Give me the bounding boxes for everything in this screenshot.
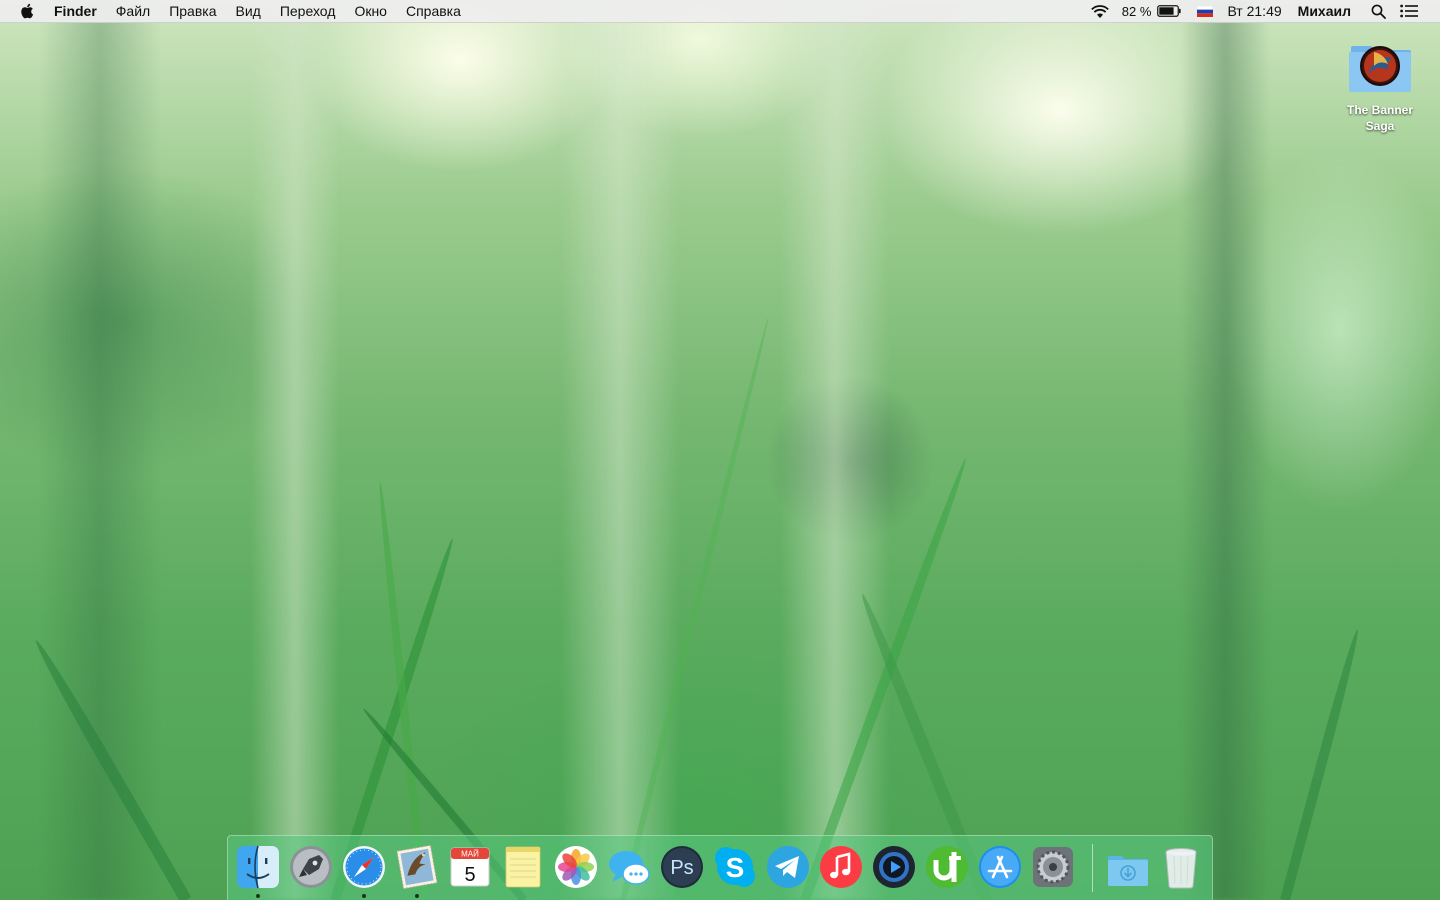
desktop-wallpaper bbox=[0, 0, 1440, 900]
user-name[interactable]: Михаил bbox=[1298, 3, 1351, 19]
dock-finder[interactable] bbox=[235, 844, 281, 890]
launchpad-rocket-icon bbox=[290, 846, 332, 888]
dock-downloads-stack[interactable] bbox=[1105, 844, 1151, 890]
dock-calendar[interactable]: МАЙ 5 bbox=[447, 844, 493, 890]
game-folder-icon bbox=[1348, 38, 1412, 94]
notification-center-icon[interactable] bbox=[1400, 4, 1418, 18]
dock-quicktime[interactable] bbox=[871, 844, 917, 890]
skype-letter: S bbox=[726, 852, 745, 883]
menu-app-finder[interactable]: Finder bbox=[54, 3, 97, 19]
quicktime-icon bbox=[873, 846, 915, 888]
safari-compass-icon bbox=[343, 846, 385, 888]
dock-messages[interactable] bbox=[606, 844, 652, 890]
system-preferences-gear-icon bbox=[1033, 847, 1073, 887]
itunes-icon bbox=[820, 846, 862, 888]
menu-view[interactable]: Вид bbox=[236, 3, 261, 19]
russian-flag-icon[interactable] bbox=[1197, 5, 1214, 17]
dock-telegram[interactable] bbox=[765, 844, 811, 890]
calendar-month: МАЙ bbox=[461, 850, 479, 859]
utorrent-icon bbox=[926, 846, 968, 888]
mail-eagle-stamp-icon bbox=[396, 844, 438, 890]
dock-mail[interactable] bbox=[394, 844, 440, 890]
dock: МАЙ 5 Ps S bbox=[227, 835, 1213, 900]
clock[interactable]: Вт 21:49 bbox=[1227, 3, 1281, 19]
menu-window[interactable]: Окно bbox=[354, 3, 387, 19]
notes-icon bbox=[505, 846, 541, 888]
dock-photos[interactable] bbox=[553, 844, 599, 890]
battery-icon[interactable] bbox=[1157, 5, 1182, 17]
dock-trash[interactable] bbox=[1158, 844, 1204, 890]
finder-icon bbox=[237, 845, 279, 889]
dock-app-store[interactable] bbox=[977, 844, 1023, 890]
dock-skype[interactable]: S bbox=[712, 844, 758, 890]
menu-bar: Finder Файл Правка Вид Переход Окно Спра… bbox=[0, 0, 1440, 23]
desktop-item-label: The Banner Saga bbox=[1346, 103, 1413, 133]
skype-icon: S bbox=[715, 847, 755, 887]
dock-notes[interactable] bbox=[500, 844, 546, 890]
running-indicator bbox=[256, 894, 260, 898]
dock-separator bbox=[1092, 844, 1093, 892]
dock-safari[interactable] bbox=[341, 844, 387, 890]
menu-edit[interactable]: Правка bbox=[169, 3, 216, 19]
dock-photoshop[interactable]: Ps bbox=[659, 844, 705, 890]
spotlight-search-icon[interactable] bbox=[1371, 4, 1386, 19]
wifi-icon[interactable] bbox=[1090, 4, 1110, 19]
dock-itunes[interactable] bbox=[818, 844, 864, 890]
battery-percent[interactable]: 82 % bbox=[1122, 4, 1152, 19]
app-store-icon bbox=[979, 846, 1021, 888]
messages-icon bbox=[609, 851, 650, 885]
photos-icon bbox=[555, 846, 597, 888]
trash-icon bbox=[1165, 848, 1197, 889]
menu-file[interactable]: Файл bbox=[116, 3, 150, 19]
desktop-item-banner-saga[interactable]: The Banner Saga bbox=[1336, 38, 1424, 134]
dock-launchpad[interactable] bbox=[288, 844, 334, 890]
downloads-folder-icon bbox=[1108, 856, 1148, 886]
apple-icon[interactable] bbox=[20, 3, 34, 19]
photoshop-icon: Ps bbox=[661, 846, 703, 888]
photoshop-letters: Ps bbox=[670, 857, 693, 879]
calendar-day: 5 bbox=[464, 864, 475, 886]
menu-go[interactable]: Переход bbox=[280, 3, 336, 19]
running-indicator bbox=[415, 894, 419, 898]
menu-help[interactable]: Справка bbox=[406, 3, 461, 19]
running-indicator bbox=[362, 894, 366, 898]
calendar-icon: МАЙ 5 bbox=[450, 847, 490, 887]
telegram-icon bbox=[767, 846, 809, 888]
dock-utorrent[interactable] bbox=[924, 844, 970, 890]
dock-system-preferences[interactable] bbox=[1030, 844, 1076, 890]
